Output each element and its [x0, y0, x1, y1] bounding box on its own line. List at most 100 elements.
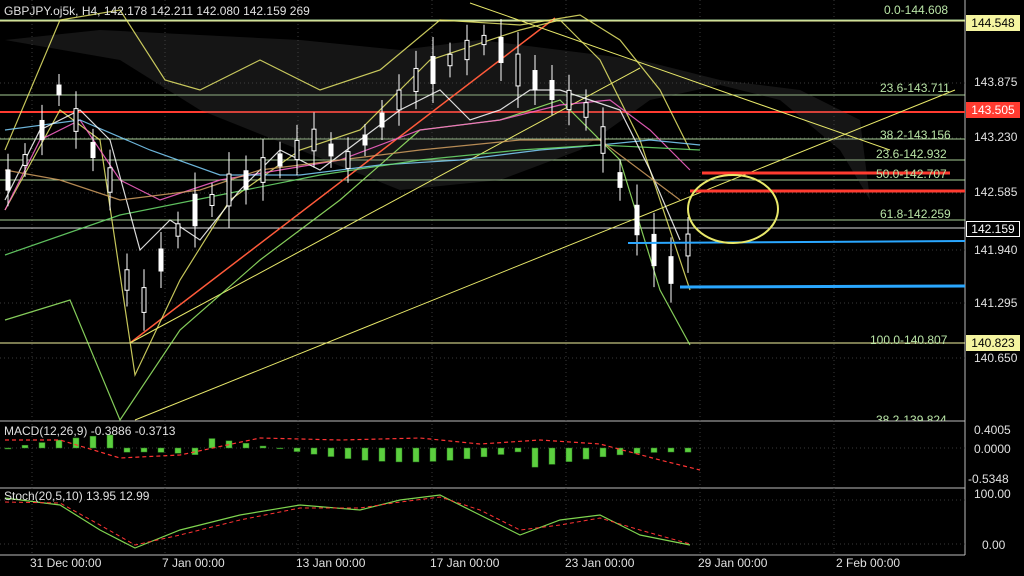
candle-body — [362, 134, 368, 146]
macd-axis-label: -0.5348 — [968, 472, 1009, 486]
candle-body — [600, 126, 606, 154]
candle-body — [668, 256, 674, 284]
price-label: 143.230 — [974, 130, 1018, 144]
candle-body — [549, 80, 555, 100]
highlight-ellipse — [687, 174, 779, 244]
price-box-high: 144.548 — [966, 15, 1020, 31]
macd-bar — [599, 447, 607, 458]
macd-bar — [55, 439, 63, 449]
candle-body — [583, 102, 589, 118]
support-line-blue — [627, 240, 966, 244]
candle-body — [226, 173, 232, 207]
fib-label: 0.0-144.608 — [884, 3, 949, 17]
candle-body — [396, 89, 402, 111]
macd-bar — [582, 447, 590, 460]
trading-chart-window[interactable]: GBPJPY.oj5k, H4, 142.178 142.211 142.080… — [0, 0, 1024, 576]
candle-body — [311, 128, 317, 152]
price-box-current: 142.159 — [966, 221, 1020, 237]
macd-bar — [208, 438, 216, 449]
macd-bar — [38, 442, 46, 449]
fib-label: 23.6-142.932 — [876, 147, 947, 161]
time-label: 17 Jan 00:00 — [430, 556, 500, 570]
candle-body — [124, 269, 130, 291]
price-chart-canvas[interactable] — [0, 0, 1024, 576]
candle-body — [5, 169, 11, 191]
fib-label: 38.2-139.824 — [876, 414, 947, 421]
macd-axis-label: 0.4005 — [974, 423, 1011, 437]
macd-bar — [446, 447, 454, 461]
macd-title: MACD(12,26,9) -0.3886 -0.3713 — [4, 424, 176, 438]
macd-bar — [514, 447, 522, 453]
candle-body — [192, 193, 198, 227]
candle-body — [651, 233, 657, 267]
macd-bar — [633, 447, 641, 454]
candle-body — [328, 143, 334, 157]
candle-body — [498, 36, 504, 64]
macd-bar — [361, 447, 369, 461]
price-label: 141.295 — [974, 296, 1018, 310]
macd-bar — [650, 447, 658, 453]
fib-label: 38.2-143.156 — [880, 128, 951, 142]
macd-bar — [548, 447, 556, 465]
candle-body — [379, 112, 385, 128]
macd-bar — [327, 447, 335, 457]
macd-bar — [259, 445, 267, 449]
macd-bar — [276, 447, 284, 450]
fib-label: 100.0-140.807 — [870, 333, 948, 347]
candle-body — [634, 204, 640, 236]
fib-label: 50.0-142.707 — [876, 167, 947, 181]
candle-body — [209, 193, 215, 207]
macd-bar — [191, 447, 199, 455]
stoch-signal-line — [4, 496, 691, 546]
macd-bar — [344, 447, 352, 459]
macd-bar — [242, 443, 250, 449]
macd-bar — [123, 447, 131, 453]
stoch-axis-label: 100.00 — [974, 487, 1011, 501]
candle-body — [447, 53, 453, 67]
macd-bar — [72, 437, 80, 449]
candle-body — [73, 108, 79, 132]
candle-body — [430, 56, 436, 84]
macd-bar — [667, 447, 675, 453]
macd-bar — [497, 447, 505, 455]
stoch-axis-label: 0.00 — [982, 538, 1006, 552]
macd-bar — [684, 447, 692, 453]
macd-bar — [463, 447, 471, 460]
candle-body — [566, 89, 572, 111]
candle-body — [413, 67, 419, 93]
fib-label: 23.6-143.711 — [880, 81, 950, 95]
macd-bar — [565, 447, 573, 462]
support-line-blue — [679, 284, 966, 289]
candle-body — [345, 151, 351, 169]
macd-bar — [412, 447, 420, 463]
macd-bar — [293, 447, 301, 452]
macd-bar — [21, 444, 29, 449]
candle-body — [90, 141, 96, 159]
macd-axis-label: 0.0000 — [974, 442, 1011, 456]
macd-bar — [531, 447, 539, 468]
candle-body — [22, 154, 28, 166]
price-box-low: 140.823 — [966, 335, 1020, 351]
macd-bar — [429, 447, 437, 462]
macd-bar — [395, 447, 403, 463]
time-label: 2 Feb 00:00 — [836, 556, 901, 570]
time-label: 13 Jan 00:00 — [296, 556, 366, 570]
price-label: 142.585 — [974, 185, 1018, 199]
price-label: 141.940 — [974, 243, 1018, 257]
macd-bar — [310, 447, 318, 455]
time-label: 7 Jan 00:00 — [162, 556, 225, 570]
time-label: 23 Jan 00:00 — [565, 556, 635, 570]
time-label: 31 Dec 00:00 — [30, 556, 102, 570]
macd-bar — [174, 447, 182, 454]
price-box-red: 143.505 — [966, 102, 1020, 118]
candle-body — [532, 70, 538, 90]
macd-bar — [140, 447, 148, 453]
candle-body — [277, 153, 283, 167]
candle-body — [260, 157, 266, 183]
candle-body — [617, 172, 623, 188]
candle-body — [515, 53, 521, 87]
macd-bar — [4, 447, 12, 450]
price-label: 143.875 — [974, 75, 1018, 89]
candle-body — [141, 287, 147, 313]
macd-bar — [157, 447, 165, 453]
